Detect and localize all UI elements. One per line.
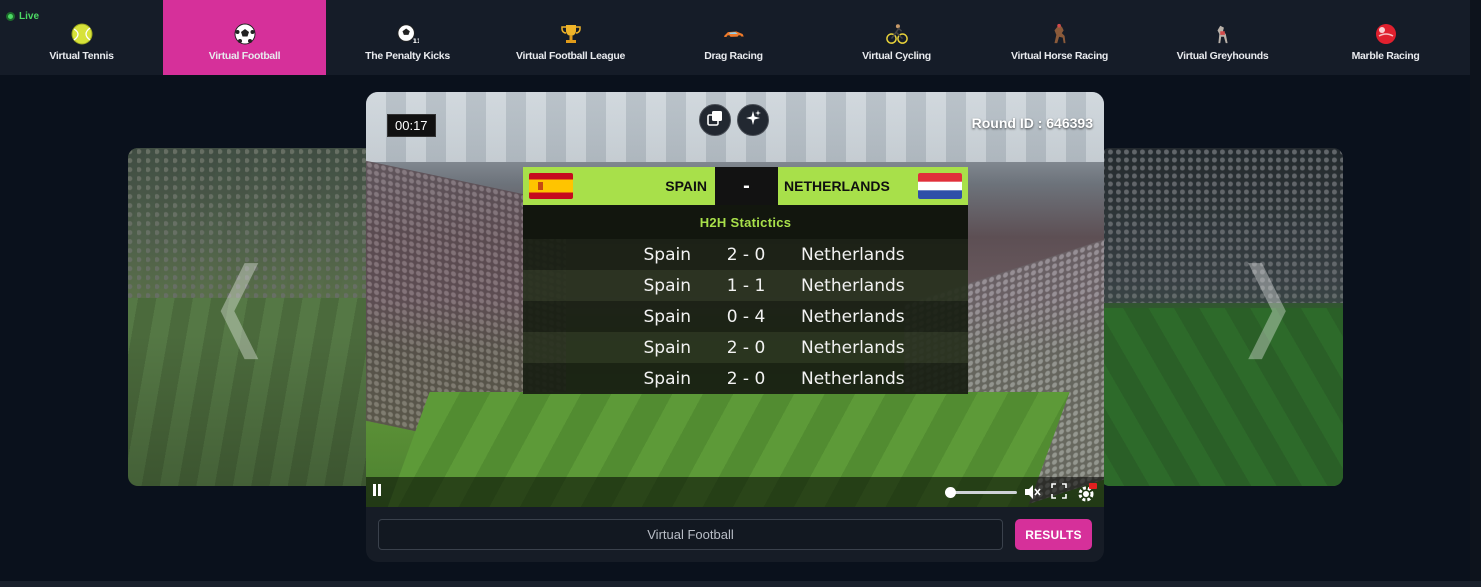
sparkle-icon	[744, 109, 762, 132]
h2h-home: Spain	[643, 368, 692, 389]
h2h-title: H2H Statictics	[523, 205, 968, 239]
soccer-ball-icon	[234, 23, 256, 45]
h2h-home: Spain	[643, 337, 692, 358]
trophy-icon	[560, 23, 582, 45]
cyclist-icon	[885, 23, 908, 45]
volume-knob[interactable]	[945, 487, 956, 498]
match-video[interactable]: 00:17 Round ID : 646393 SPAIN - NETHERLA…	[366, 92, 1104, 507]
h2h-score: 1 - 1	[726, 275, 766, 296]
tennis-ball-icon	[71, 23, 93, 45]
nav-item-virtual-cycling[interactable]: Virtual Cycling	[815, 0, 978, 75]
football-crowd-image	[1100, 148, 1343, 303]
h2h-row: Spain 2 - 0 Netherlands	[523, 363, 968, 394]
nav-item-penalty-kicks[interactable]: 11 The Penalty Kicks	[326, 0, 489, 75]
h2h-row: Spain 2 - 0 Netherlands	[523, 332, 968, 363]
h2h-away: Netherlands	[801, 244, 905, 265]
nav-item-virtual-horse-racing[interactable]: Virtual Horse Racing	[978, 0, 1141, 75]
spain-flag-icon	[529, 173, 573, 199]
away-team-name: NETHERLANDS	[784, 178, 890, 194]
fullscreen-icon[interactable]	[1051, 483, 1069, 501]
video-player: 00:17 Round ID : 646393 SPAIN - NETHERLA…	[366, 92, 1104, 562]
h2h-away: Netherlands	[801, 275, 905, 296]
nav-item-virtual-football[interactable]: Virtual Football	[163, 0, 326, 75]
horizontal-scrollbar[interactable]	[0, 581, 1481, 587]
nav-label: The Penalty Kicks	[365, 50, 450, 62]
greyhound-icon	[1212, 23, 1234, 45]
copy-window-icon	[707, 110, 723, 131]
nav-label: Virtual Cycling	[862, 50, 931, 62]
mute-icon[interactable]	[1023, 483, 1041, 501]
h2h-row: Spain 0 - 4 Netherlands	[523, 301, 968, 332]
volume-slider[interactable]	[945, 487, 1017, 498]
game-name-field: Virtual Football	[378, 519, 1003, 550]
carousel-next-icon[interactable]: ❭	[1226, 255, 1306, 351]
player-controls	[366, 477, 1104, 507]
nav-label: Marble Racing	[1351, 50, 1420, 62]
penalty-ball-icon: 11	[396, 23, 419, 45]
nav-label: Virtual Tennis	[49, 50, 114, 62]
round-id: Round ID : 646393	[971, 115, 1093, 131]
results-button[interactable]: RESULTS	[1015, 519, 1092, 550]
picture-in-picture-button[interactable]	[699, 104, 731, 136]
nav-item-drag-racing[interactable]: Drag Racing	[652, 0, 815, 75]
football-field-image	[1100, 308, 1343, 486]
h2h-list: Spain 2 - 0 Netherlands Spain 1 - 1 Neth…	[523, 239, 968, 394]
marble-icon	[1375, 23, 1397, 45]
match-score: -	[715, 167, 778, 205]
h2h-home: Spain	[643, 275, 692, 296]
carousel-prev-icon[interactable]: ❬	[200, 255, 280, 351]
settings-gear-icon[interactable]	[1077, 483, 1097, 502]
h2h-home: Spain	[643, 244, 692, 265]
h2h-home: Spain	[643, 306, 692, 327]
h2h-away: Netherlands	[801, 337, 905, 358]
netherlands-flag-icon	[918, 173, 962, 199]
effects-button[interactable]	[737, 104, 769, 136]
h2h-score: 2 - 0	[726, 244, 766, 265]
nav-item-marble-racing[interactable]: Marble Racing	[1304, 0, 1467, 75]
sports-nav: Live Virtual Tennis Virtual Football 11 …	[0, 0, 1470, 75]
race-car-icon	[723, 23, 745, 45]
h2h-score: 0 - 4	[726, 306, 766, 327]
horse-icon	[1049, 23, 1071, 45]
nav-label: Drag Racing	[704, 50, 763, 62]
vertical-scrollbar[interactable]	[1470, 0, 1481, 587]
h2h-away: Netherlands	[801, 368, 905, 389]
h2h-scoreboard: SPAIN - NETHERLANDS H2H Statictics Spain…	[523, 167, 968, 409]
nav-label: Virtual Football	[208, 50, 281, 62]
match-timer: 00:17	[387, 114, 436, 137]
nav-label: Virtual Horse Racing	[1010, 50, 1109, 62]
nav-label: Virtual Greyhounds	[1176, 50, 1269, 62]
h2h-away: Netherlands	[801, 306, 905, 327]
h2h-score: 2 - 0	[726, 337, 766, 358]
h2h-row: Spain 1 - 1 Netherlands	[523, 270, 968, 301]
h2h-row: Spain 2 - 0 Netherlands	[523, 239, 968, 270]
pause-icon[interactable]	[372, 484, 384, 498]
svg-text:11: 11	[412, 37, 418, 45]
h2h-score: 2 - 0	[726, 368, 766, 389]
match-header: SPAIN - NETHERLANDS	[523, 167, 968, 205]
nav-item-virtual-football-league[interactable]: Virtual Football League	[489, 0, 652, 75]
nav-label: Virtual Football League	[515, 50, 625, 62]
next-game-preview[interactable]	[1100, 148, 1343, 486]
nav-item-virtual-greyhounds[interactable]: Virtual Greyhounds	[1141, 0, 1304, 75]
nav-item-virtual-tennis[interactable]: Virtual Tennis	[0, 0, 163, 75]
home-team-name: SPAIN	[665, 178, 707, 194]
